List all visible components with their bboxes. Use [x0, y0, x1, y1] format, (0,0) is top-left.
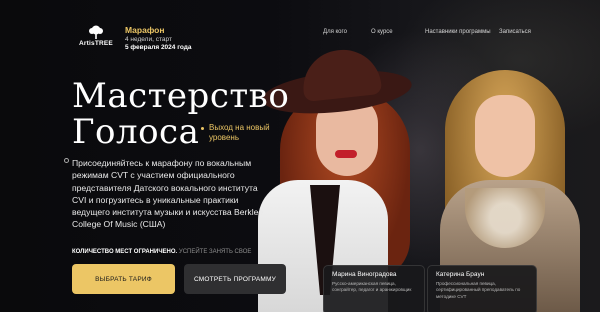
tagline: Выход на новый уровень — [209, 123, 270, 142]
mentor-card-1[interactable]: Марина Виноградова Русско-американская п… — [323, 265, 425, 312]
logo[interactable]: ArtisTREE — [76, 25, 116, 47]
choose-tariff-button[interactable]: ВЫБРАТЬ ТАРИФ — [72, 264, 175, 294]
hero-description: Присоединяйтесь к марафону по вокальным … — [72, 158, 264, 230]
tree-icon — [89, 25, 103, 39]
mentor-2-face — [475, 95, 535, 177]
mentor-card-2[interactable]: Катерина Браун Профессиональная певица, … — [427, 265, 537, 312]
mentor-2-description: Профессиональная певица, сертифицированн… — [436, 281, 521, 299]
mentor-1-name: Марина Виноградова — [332, 271, 397, 278]
nav-item-mentors[interactable]: Наставники программы — [425, 29, 491, 35]
circle-icon — [64, 158, 69, 163]
nav-item-about-course[interactable]: О курсе — [371, 29, 393, 35]
marathon-subtitle: 4 недели, старт — [125, 35, 172, 43]
bullet-icon — [201, 127, 204, 130]
places-limited-notice: КОЛИЧЕСТВО МЕСТ ОГРАНИЧЕНО. УСПЕЙТЕ ЗАНЯ… — [72, 249, 251, 255]
logo-text: ArtisTREE — [79, 40, 113, 47]
mentor-1-description: Русско-американская певица, сонграйтер, … — [332, 281, 412, 293]
limit-strong-text: КОЛИЧЕСТВО МЕСТ ОГРАНИЧЕНО. — [72, 249, 178, 255]
view-program-button[interactable]: СМОТРЕТЬ ПРОГРАММУ — [184, 264, 286, 294]
marathon-date: 5 февраля 2024 года — [125, 43, 192, 51]
nav-item-signup[interactable]: Записаться — [499, 29, 531, 35]
marathon-title: Марафон — [125, 25, 165, 35]
mentor-1-lips — [335, 150, 357, 158]
limit-muted-text: УСПЕЙТЕ ЗАНЯТЬ СВОЕ — [178, 249, 252, 255]
mentor-2-name: Катерина Браун — [436, 271, 485, 278]
title-line-2: Голоса — [72, 112, 200, 152]
marathon-info: Марафон 4 недели, старт 5 февраля 2024 г… — [125, 25, 191, 52]
nav-item-for-whom[interactable]: Для кого — [323, 29, 347, 35]
title-line-1: Мастерство — [72, 76, 290, 116]
